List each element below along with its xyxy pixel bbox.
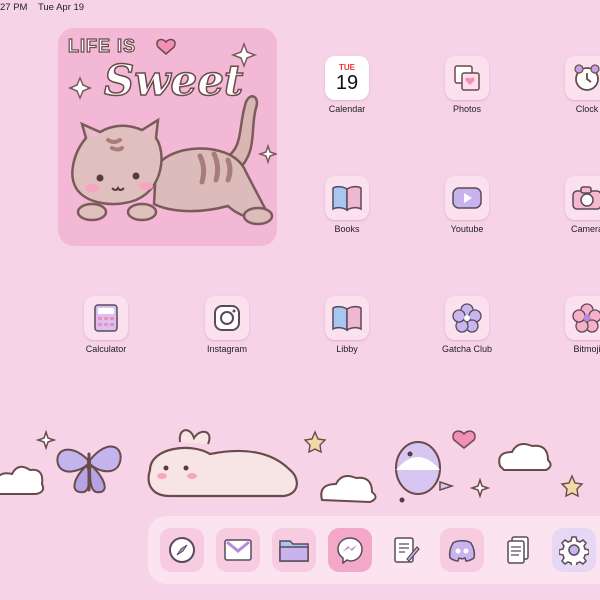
camera-icon bbox=[565, 176, 600, 220]
discord-icon bbox=[448, 540, 476, 562]
libby-icon bbox=[325, 296, 369, 340]
dock-messenger[interactable] bbox=[328, 528, 372, 572]
app-label: Instagram bbox=[206, 344, 248, 354]
photos-icon bbox=[445, 56, 489, 100]
app-youtube[interactable]: Youtube bbox=[427, 176, 507, 234]
app-label: Books bbox=[334, 224, 360, 234]
cloud-icon bbox=[0, 465, 45, 495]
calculator-icon bbox=[84, 296, 128, 340]
flower-icon bbox=[445, 296, 489, 340]
app-instagram[interactable]: Instagram bbox=[187, 296, 267, 354]
calendar-icon: TUE 19 bbox=[325, 56, 369, 100]
app-label: Camera bbox=[570, 224, 600, 234]
app-label: Youtube bbox=[450, 224, 484, 234]
messenger-icon bbox=[337, 537, 363, 565]
dock-safari[interactable] bbox=[160, 528, 204, 572]
calendar-weekday: TUE bbox=[339, 62, 355, 72]
app-clock[interactable]: Clock bbox=[547, 56, 600, 114]
app-label: Clock bbox=[575, 104, 599, 114]
life-is-sweet-widget[interactable]: LIFE IS Sweet bbox=[58, 28, 277, 246]
sparkle-icon bbox=[35, 429, 57, 451]
dock-files[interactable] bbox=[272, 528, 316, 572]
calendar-day: 19 bbox=[335, 71, 359, 94]
star-icon bbox=[560, 474, 584, 498]
app-label: Calculator bbox=[85, 344, 127, 354]
star-icon bbox=[303, 430, 327, 454]
clock-icon bbox=[565, 56, 600, 100]
dock-documents[interactable] bbox=[496, 528, 540, 572]
app-label: Photos bbox=[452, 104, 482, 114]
files-icon bbox=[279, 540, 309, 562]
bunny-icon bbox=[147, 429, 298, 498]
decorative-strip bbox=[0, 429, 584, 504]
widget-title-line2: Sweet bbox=[103, 55, 244, 106]
sparkle-icon bbox=[469, 477, 491, 499]
app-camera[interactable]: Camera bbox=[547, 176, 600, 234]
app-libby[interactable]: Libby bbox=[307, 296, 387, 354]
heart-icon bbox=[452, 430, 476, 449]
app-label: Calendar bbox=[328, 104, 366, 114]
app-label: Gatcha Club bbox=[441, 344, 493, 354]
dock-settings[interactable] bbox=[552, 528, 596, 572]
app-calendar[interactable]: TUE 19 Calendar bbox=[307, 56, 387, 114]
app-calculator[interactable]: Calculator bbox=[66, 296, 146, 354]
cloud-icon bbox=[498, 443, 552, 471]
pages-icon bbox=[394, 537, 420, 563]
dock bbox=[148, 516, 600, 584]
dock-gmail[interactable] bbox=[216, 528, 260, 572]
butterfly-icon bbox=[56, 445, 122, 494]
dock-discord[interactable] bbox=[440, 528, 484, 572]
safari-icon bbox=[169, 537, 195, 563]
youtube-icon bbox=[445, 176, 489, 220]
settings-icon bbox=[559, 536, 589, 565]
app-label: Bitmoji bbox=[573, 344, 600, 354]
widget-title-line1: LIFE IS bbox=[67, 35, 137, 56]
bitmoji-icon bbox=[565, 296, 600, 340]
cloud-icon bbox=[320, 475, 377, 504]
bird-icon bbox=[395, 441, 455, 503]
status-time: 27 PM bbox=[0, 2, 28, 13]
books-icon bbox=[325, 176, 369, 220]
app-photos[interactable]: Photos bbox=[427, 56, 507, 114]
app-gatcha-club[interactable]: Gatcha Club bbox=[427, 296, 507, 354]
dock-pages[interactable] bbox=[384, 528, 428, 572]
status-date: Tue Apr 19 bbox=[37, 2, 85, 13]
app-books[interactable]: Books bbox=[307, 176, 387, 234]
instagram-icon bbox=[205, 296, 249, 340]
app-label: Libby bbox=[336, 344, 358, 354]
documents-icon bbox=[507, 536, 529, 564]
app-bitmoji[interactable]: Bitmoji bbox=[547, 296, 600, 354]
status-bar: 27 PM Tue Apr 19 bbox=[0, 2, 92, 13]
gmail-icon bbox=[224, 539, 252, 561]
